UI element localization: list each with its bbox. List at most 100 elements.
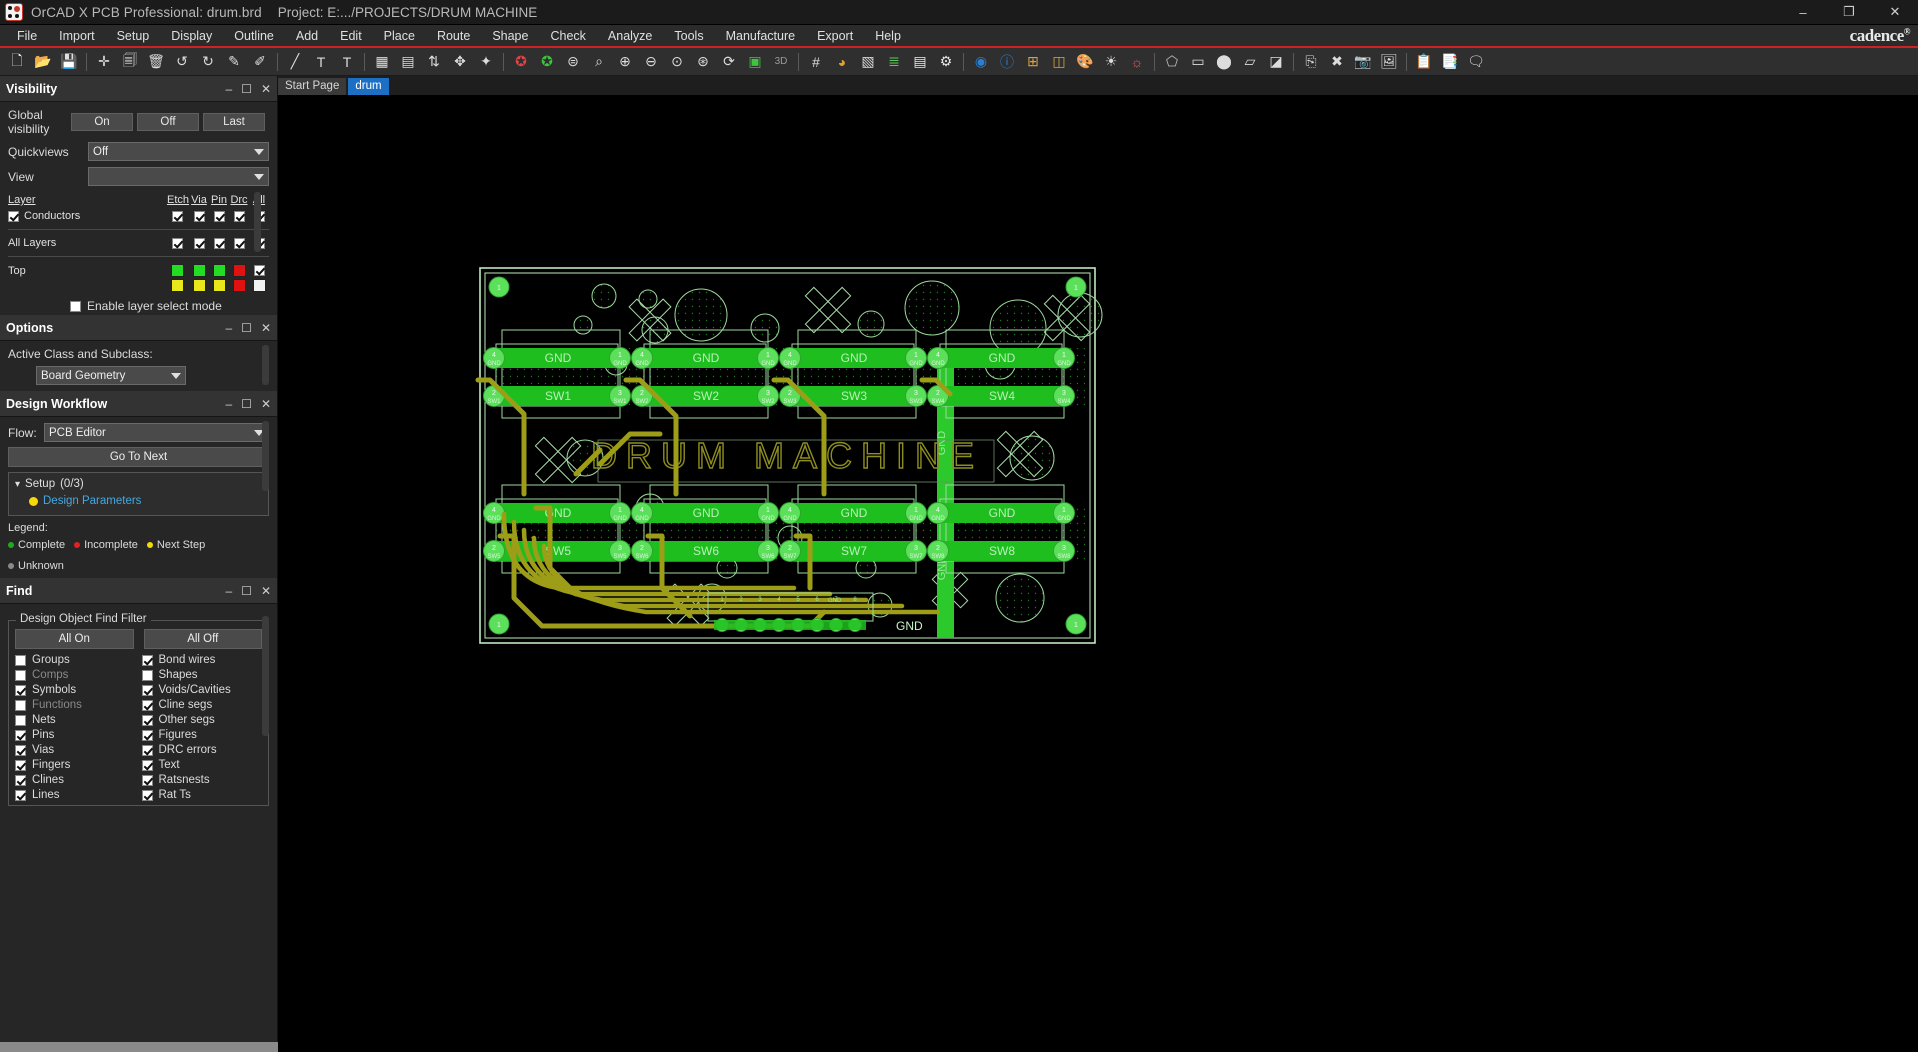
layer-cell-checkbox[interactable] (172, 237, 184, 249)
edit-text-icon[interactable]: T (334, 50, 360, 74)
zoom-center-icon[interactable]: ⊛ (690, 50, 716, 74)
find-filter-checkbox[interactable] (141, 654, 153, 666)
pcb-canvas[interactable]: GND GND GND SW1 4 GND 1 GND 2 SW1 3 SW1 GND SW2 4 GND 1 G… (278, 95, 1918, 1052)
find-filter-functions[interactable]: Functions (15, 699, 136, 711)
select-shape-icon[interactable]: ▱ (1237, 50, 1263, 74)
open-folder-icon[interactable]: 📂 (30, 50, 56, 74)
dehighlight-icon[interactable]: ☼ (1124, 50, 1150, 74)
layer-cell[interactable] (229, 208, 249, 224)
all-on-button[interactable]: All On (15, 629, 134, 649)
flow-select[interactable]: PCB Editor (44, 423, 269, 442)
color-by-net-icon[interactable]: 🎨 (1072, 50, 1098, 74)
find-filter-checkbox[interactable] (141, 759, 153, 771)
find-filter-checkbox[interactable] (15, 714, 26, 726)
global-visibility-on-button[interactable]: On (71, 113, 133, 131)
find-filter-checkbox[interactable] (15, 789, 26, 801)
layer-cell[interactable] (167, 262, 189, 279)
zoom-previous-icon[interactable]: ⊙ (664, 50, 690, 74)
find-filter-other-segs[interactable]: Other segs (141, 714, 263, 726)
options-float-icon[interactable]: ☐ (241, 321, 252, 335)
find-filter-clines[interactable]: Clines (15, 774, 136, 786)
global-visibility-off-button[interactable]: Off (137, 113, 199, 131)
layer-color-swatch[interactable] (212, 279, 226, 292)
find-filter-checkbox[interactable] (15, 774, 26, 786)
tab-drum[interactable]: drum (348, 78, 389, 95)
layer-cell[interactable] (249, 262, 269, 279)
layer-cell[interactable] (249, 279, 269, 292)
layer-cell-checkbox[interactable] (213, 237, 225, 249)
find-filter-checkbox[interactable] (15, 669, 26, 681)
menu-item-import[interactable]: Import (48, 26, 105, 46)
layer-cell-checkbox[interactable] (253, 265, 265, 277)
menu-item-display[interactable]: Display (160, 26, 223, 46)
layer-color-swatch[interactable] (192, 264, 206, 277)
options-close-icon[interactable]: ✕ (261, 321, 271, 335)
view-3d-icon[interactable]: 3D (768, 50, 794, 74)
find-filter-ratsnests[interactable]: Ratsnests (141, 774, 263, 786)
layer-col-etch[interactable]: Etch (167, 192, 189, 208)
pin-icon[interactable]: ✎ (221, 50, 247, 74)
options-scrollbar[interactable] (262, 345, 269, 385)
workflow-float-icon[interactable]: ☐ (241, 397, 252, 411)
options-minimize-icon[interactable]: – (225, 321, 232, 335)
ratsnest-green-icon[interactable]: ✪ (534, 50, 560, 74)
workflow-minimize-icon[interactable]: – (225, 397, 232, 411)
layer-cell[interactable] (167, 235, 189, 251)
ratsnest-red-icon[interactable]: ✪ (508, 50, 534, 74)
layer-color-swatch[interactable] (232, 279, 246, 292)
find-filter-checkbox[interactable] (15, 699, 26, 711)
menu-item-edit[interactable]: Edit (329, 26, 373, 46)
layer-cell[interactable] (209, 262, 229, 279)
snapshot-icon[interactable]: 🖼 (1376, 50, 1402, 74)
find-filter-text[interactable]: Text (141, 759, 263, 771)
menu-item-file[interactable]: File (6, 26, 48, 46)
layer-cell-checkbox[interactable] (213, 210, 225, 222)
layer-visibility-icon[interactable]: ▧ (855, 50, 881, 74)
camera-icon[interactable]: 📷 (1350, 50, 1376, 74)
highlight-icon[interactable]: ☀ (1098, 50, 1124, 74)
zoom-by-points-icon[interactable]: ⌕ (586, 50, 612, 74)
dock-bottom-scrollbar[interactable] (0, 1042, 278, 1052)
placement-edit-icon[interactable]: ✥ (447, 50, 473, 74)
delete-shape-icon[interactable]: ✖ (1324, 50, 1350, 74)
autoplace-icon[interactable]: ✦ (473, 50, 499, 74)
measure-icon[interactable]: ⊞ (1020, 50, 1046, 74)
board-3d-icon[interactable]: ▣ (742, 50, 768, 74)
visibility-close-icon[interactable]: ✕ (261, 82, 271, 96)
layer-col-layer[interactable]: Layer (8, 192, 167, 208)
copy-icon[interactable]: 🗐 (117, 50, 143, 74)
find-filter-checkbox[interactable] (141, 744, 153, 756)
layer-cell[interactable] (209, 279, 229, 292)
find-filter-nets[interactable]: Nets (15, 714, 136, 726)
find-filter-checkbox[interactable] (141, 789, 153, 801)
visibility-scrollbar[interactable] (254, 192, 261, 252)
layer-cell-checkbox[interactable] (172, 210, 184, 222)
visibility-minimize-icon[interactable]: – (225, 82, 232, 96)
layer-cell-checkbox[interactable] (233, 210, 245, 222)
find-filter-lines[interactable]: Lines (15, 789, 136, 801)
layer-cell[interactable] (209, 235, 229, 251)
find-filter-groups[interactable]: Groups (15, 654, 136, 666)
layer-cell-checkbox[interactable] (193, 210, 205, 222)
find-close-icon[interactable]: ✕ (261, 584, 271, 598)
layer-color-swatch[interactable] (232, 264, 246, 277)
layer-color-swatch[interactable] (212, 264, 226, 277)
enable-layer-select-row[interactable]: Enable layer select mode (8, 299, 269, 313)
layer-cell[interactable] (209, 208, 229, 224)
workflow-close-icon[interactable]: ✕ (261, 397, 271, 411)
element-info-icon[interactable]: ⓘ (994, 50, 1020, 74)
find-filter-checkbox[interactable] (15, 759, 26, 771)
find-filter-checkbox[interactable] (141, 699, 153, 711)
redo-icon[interactable]: ↻ (195, 50, 221, 74)
find-float-icon[interactable]: ☐ (241, 584, 252, 598)
layer-color-swatch[interactable] (192, 279, 206, 292)
menu-item-outline[interactable]: Outline (223, 26, 285, 46)
find-filter-shapes[interactable]: Shapes (141, 669, 263, 681)
layer-cell[interactable] (229, 279, 249, 292)
layer-name-checkbox[interactable] (8, 210, 19, 222)
menu-item-place[interactable]: Place (373, 26, 426, 46)
find-filter-symbols[interactable]: Symbols (15, 684, 136, 696)
find-filter-checkbox[interactable] (141, 669, 153, 681)
maximize-button[interactable]: ❐ (1826, 0, 1872, 25)
menu-item-add[interactable]: Add (285, 26, 329, 46)
